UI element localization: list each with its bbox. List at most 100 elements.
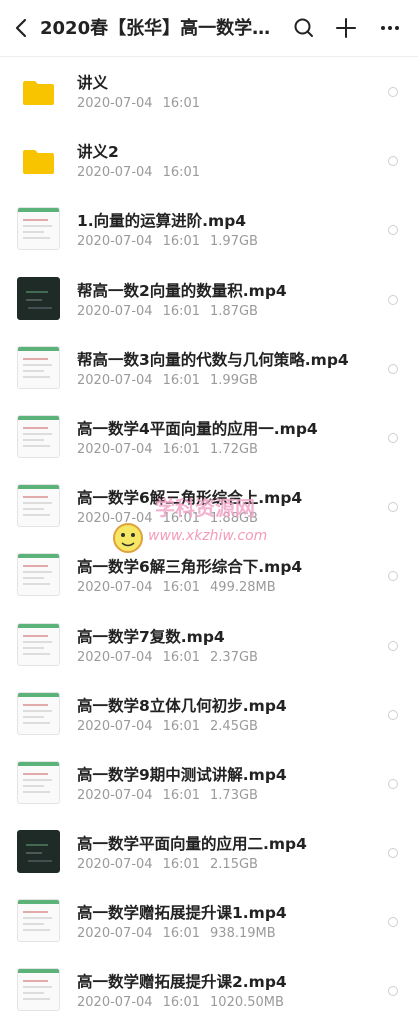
- file-name: 高一数学6解三角形综合下.mp4: [77, 558, 303, 577]
- page-title: 2020春【张华】高一数学冲...: [40, 18, 286, 39]
- select-radio[interactable]: [388, 502, 398, 513]
- file-time: 16:01: [162, 926, 201, 942]
- file-time: 16:01: [162, 303, 201, 319]
- file-row[interactable]: 讲义 2020-07-04 16:01: [0, 57, 418, 126]
- file-list: 讲义 2020-07-04 16:01 讲义2 2020-07-04 16:01 1.向量的…: [0, 57, 418, 1026]
- select-radio[interactable]: [388, 432, 398, 443]
- select-radio[interactable]: [388, 363, 398, 374]
- file-row[interactable]: 帮高一数2向量的数量积.mp4 2020-07-04 16:01 1.87GB: [0, 265, 418, 334]
- file-name: 高一数学4平面向量的应用一.mp4: [77, 419, 318, 438]
- file-row[interactable]: 高一数学平面向量的应用二.mp4 2020-07-04 16:01 2.15GB: [0, 818, 418, 887]
- file-name: 帮高一数3向量的代数与几何策略.mp4: [77, 350, 349, 369]
- search-icon: [294, 18, 313, 37]
- file-meta: 2020-07-04 16:01 1.97GB: [77, 234, 268, 249]
- file-size: 2.37GB: [210, 649, 258, 665]
- plus-icon: [336, 18, 356, 38]
- file-date: 2020-07-04: [77, 165, 153, 181]
- video-thumbnail: [17, 691, 60, 735]
- file-date: 2020-07-04: [77, 926, 153, 942]
- file-date: 2020-07-04: [77, 303, 153, 319]
- select-radio[interactable]: [388, 778, 398, 789]
- select-radio[interactable]: [388, 917, 398, 928]
- file-meta: 2020-07-04 16:01 1.87GB: [77, 304, 268, 319]
- file-date: 2020-07-04: [77, 372, 153, 388]
- select-radio[interactable]: [388, 709, 398, 720]
- file-row[interactable]: 1.向量的运算进阶.mp4 2020-07-04 16:01 1.97GB: [0, 195, 418, 264]
- file-date: 2020-07-04: [77, 441, 153, 457]
- file-row[interactable]: 高一数学6解三角形综合上.mp4 2020-07-04 16:01 1.88GB: [0, 472, 418, 541]
- file-name: 高一数学赠拓展提升课1.mp4: [77, 904, 287, 923]
- video-thumbnail: [17, 414, 60, 458]
- select-radio[interactable]: [388, 848, 398, 859]
- select-radio[interactable]: [388, 571, 398, 582]
- select-radio[interactable]: [388, 87, 398, 97]
- video-thumbnail: [17, 484, 60, 528]
- file-row[interactable]: 高一数学4平面向量的应用一.mp4 2020-07-04 16:01 1.72GB: [0, 403, 418, 472]
- video-thumbnail: [17, 968, 60, 1012]
- file-meta: 2020-07-04 16:01 938.19MB: [77, 926, 286, 941]
- file-row[interactable]: 高一数学6解三角形综合下.mp4 2020-07-04 16:01 499.28MB: [0, 541, 418, 610]
- file-meta: 2020-07-04 16:01 1.88GB: [77, 511, 268, 526]
- video-thumbnail: [17, 276, 60, 320]
- chevron-left-icon: [15, 18, 27, 38]
- video-thumbnail: [17, 345, 60, 389]
- file-time: 16:01: [162, 165, 201, 181]
- select-radio[interactable]: [388, 986, 398, 997]
- file-name: 帮高一数2向量的数量积.mp4: [77, 281, 287, 300]
- file-meta: 2020-07-04 16:01 1.72GB: [77, 442, 268, 457]
- file-meta: 2020-07-04 16:01 1.73GB: [77, 788, 268, 803]
- file-row[interactable]: 高一数学7复数.mp4 2020-07-04 16:01 2.37GB: [0, 611, 418, 680]
- video-thumbnail: [17, 830, 60, 874]
- file-time: 16:01: [162, 649, 201, 665]
- file-row[interactable]: 高一数学赠拓展提升课1.mp4 2020-07-04 16:01 938.19MB: [0, 887, 418, 956]
- file-name: 高一数学8立体几何初步.mp4: [77, 696, 287, 715]
- file-row[interactable]: 高一数学赠拓展提升课2.mp4 2020-07-04 16:01 1020.50MB: [0, 956, 418, 1025]
- file-time: 16:01: [162, 718, 201, 734]
- more-button[interactable]: [376, 14, 404, 42]
- file-size: 2.45GB: [210, 718, 258, 734]
- select-radio[interactable]: [388, 640, 398, 651]
- file-name: 1.向量的运算进阶.mp4: [77, 212, 247, 231]
- file-size: 1.97GB: [210, 234, 258, 250]
- search-button[interactable]: [290, 14, 318, 42]
- more-horizontal-icon: [381, 26, 399, 30]
- file-date: 2020-07-04: [77, 718, 153, 734]
- folder-icon: [17, 138, 60, 181]
- file-name: 高一数学7复数.mp4: [77, 627, 225, 646]
- select-radio[interactable]: [388, 156, 398, 167]
- add-button[interactable]: [332, 14, 360, 42]
- file-time: 16:01: [162, 96, 201, 111]
- file-name: 讲义: [77, 74, 109, 92]
- back-button[interactable]: [10, 14, 34, 42]
- file-meta: 2020-07-04 16:01 2.37GB: [77, 650, 268, 665]
- video-thumbnail: [17, 760, 60, 804]
- file-date: 2020-07-04: [77, 511, 153, 527]
- file-date: 2020-07-04: [77, 649, 153, 665]
- file-size: 938.19MB: [210, 926, 276, 942]
- file-time: 16:01: [162, 234, 201, 250]
- video-thumbnail: [17, 207, 60, 251]
- file-row[interactable]: 讲义2 2020-07-04 16:01: [0, 126, 418, 195]
- file-name: 讲义2: [77, 143, 119, 162]
- file-date: 2020-07-04: [77, 96, 153, 111]
- file-name: 高一数学6解三角形综合上.mp4: [77, 489, 303, 508]
- select-radio[interactable]: [388, 225, 398, 236]
- file-row[interactable]: 高一数学9期中测试讲解.mp4 2020-07-04 16:01 1.73GB: [0, 749, 418, 818]
- file-meta: 2020-07-04 16:01 1020.50MB: [77, 995, 294, 1010]
- top-bar: 2020春【张华】高一数学冲...: [0, 0, 418, 57]
- file-time: 16:01: [162, 857, 201, 873]
- file-time: 16:01: [162, 511, 201, 527]
- file-time: 16:01: [162, 995, 201, 1011]
- file-meta: 2020-07-04 16:01 499.28MB: [77, 580, 286, 595]
- file-name: 高一数学9期中测试讲解.mp4: [77, 765, 287, 784]
- file-row[interactable]: 帮高一数3向量的代数与几何策略.mp4 2020-07-04 16:01 1.99GB: [0, 334, 418, 403]
- select-radio[interactable]: [388, 294, 398, 305]
- file-meta: 2020-07-04 16:01: [77, 165, 210, 180]
- file-date: 2020-07-04: [77, 234, 153, 250]
- video-thumbnail: [17, 622, 60, 666]
- file-row[interactable]: 高一数学8立体几何初步.mp4 2020-07-04 16:01 2.45GB: [0, 680, 418, 749]
- file-meta: 2020-07-04 16:01 2.45GB: [77, 719, 268, 734]
- file-meta: 2020-07-04 16:01 1.99GB: [77, 373, 268, 388]
- video-thumbnail: [17, 553, 60, 597]
- file-time: 16:01: [162, 441, 201, 457]
